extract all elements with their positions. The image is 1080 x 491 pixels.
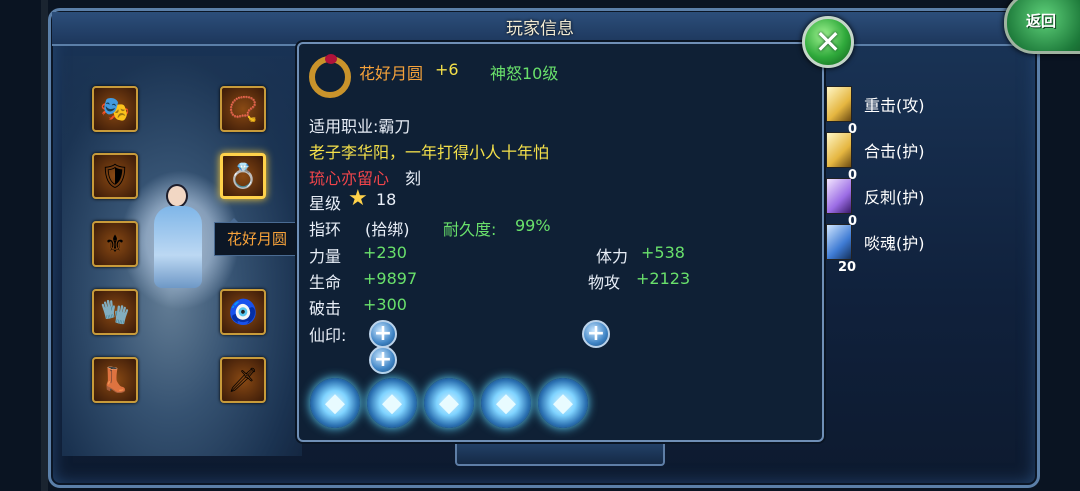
add-seal-button[interactable]: + bbox=[369, 320, 397, 348]
plus-icon: + bbox=[373, 321, 393, 346]
character-robe bbox=[154, 206, 202, 288]
slot-necklace[interactable]: 📿 bbox=[220, 86, 266, 132]
skill-item[interactable]: 重击(攻) bbox=[826, 84, 946, 124]
durability-label: 耐久度: bbox=[443, 220, 497, 239]
stat-value: +9897 bbox=[363, 269, 418, 288]
star-label: 星级 bbox=[309, 194, 342, 213]
slot-gloves[interactable]: 🧤 bbox=[92, 289, 138, 335]
character-model[interactable] bbox=[142, 180, 214, 290]
gem-socket[interactable]: ◆ bbox=[424, 378, 474, 428]
skill-count: 0 bbox=[848, 122, 858, 137]
selected-item-tag: 花好月圆 bbox=[214, 218, 300, 256]
item-bind: (拾绑) bbox=[365, 220, 410, 239]
skill-count: 0 bbox=[848, 214, 858, 229]
item-type: 指环 bbox=[309, 220, 342, 239]
diamond-icon: ◆ bbox=[553, 388, 573, 418]
diamond-icon: ◆ bbox=[439, 388, 459, 418]
gloves-icon: 🧤 bbox=[100, 298, 130, 326]
item-flavor: 老子李华阳，一年打得小人十年怕 bbox=[309, 143, 550, 162]
stat-value: +2123 bbox=[636, 269, 691, 288]
diamond-icon: ◆ bbox=[496, 388, 516, 418]
skill-icon bbox=[826, 178, 852, 214]
skill-count-last: 20 bbox=[838, 260, 857, 275]
skill-label: 反刺(护) bbox=[864, 188, 925, 207]
amulet-icon: 🧿 bbox=[228, 298, 258, 326]
stat-value: +230 bbox=[363, 243, 407, 262]
skill-icon bbox=[826, 224, 852, 260]
weapon-icon: 🗡 bbox=[227, 366, 259, 394]
character-head bbox=[166, 184, 188, 208]
stat-value: +538 bbox=[641, 243, 685, 262]
close-button[interactable]: ✕ bbox=[802, 16, 854, 68]
necklace-icon: 📿 bbox=[228, 95, 258, 123]
slot-weapon[interactable]: 🗡 bbox=[220, 357, 266, 403]
plus-icon: + bbox=[373, 347, 393, 372]
item-name: 花好月圆 bbox=[359, 64, 424, 83]
stat-label: 破击 bbox=[309, 299, 342, 318]
add-seal-button[interactable]: + bbox=[582, 320, 610, 348]
gem-socket[interactable]: ◆ bbox=[367, 378, 417, 428]
plus-icon: + bbox=[586, 321, 606, 346]
item-enhance: +6 bbox=[435, 60, 459, 79]
skill-icon bbox=[826, 132, 852, 168]
window-title: 玩家信息 bbox=[506, 19, 574, 39]
skill-label: 啖魂(护) bbox=[864, 234, 925, 253]
skill-item[interactable]: 0 反刺(护) bbox=[826, 168, 946, 216]
back-button-label[interactable]: 返回 bbox=[1026, 10, 1056, 31]
skill-count: 0 bbox=[848, 168, 858, 183]
skill-label: 合击(护) bbox=[864, 142, 925, 161]
slot-boots[interactable]: 👢 bbox=[92, 357, 138, 403]
game-screen: 玩家信息 返回 🎭 📿 🛡 💍 ⚜ 🧤 🧿 👢 🗡 花好月圆 重击(攻) 0 合… bbox=[0, 0, 1080, 491]
stat-label: 物攻 bbox=[588, 273, 621, 292]
stat-label: 力量 bbox=[309, 247, 342, 266]
slot-ring[interactable]: 💍 bbox=[220, 153, 266, 199]
item-rank: 神怒10级 bbox=[490, 64, 559, 83]
boots-icon: 👢 bbox=[100, 366, 130, 394]
diamond-icon: ◆ bbox=[382, 388, 402, 418]
slot-helmet[interactable]: 🎭 bbox=[92, 86, 138, 132]
slot-amulet[interactable]: 🧿 bbox=[220, 289, 266, 335]
slot-shoulder[interactable]: ⚜ bbox=[92, 221, 138, 267]
gem-socket[interactable]: ◆ bbox=[310, 378, 360, 428]
gem-socket[interactable]: ◆ bbox=[538, 378, 588, 428]
close-icon[interactable]: ✕ bbox=[805, 19, 851, 65]
seal-label: 仙印: bbox=[309, 326, 347, 345]
stat-label: 体力 bbox=[596, 247, 629, 266]
slot-armor[interactable]: 🛡 bbox=[92, 153, 138, 199]
shoulder-icon: ⚜ bbox=[104, 230, 126, 258]
gem-socket[interactable]: ◆ bbox=[481, 378, 531, 428]
armor-icon: 🛡 bbox=[99, 162, 131, 190]
add-seal-button[interactable]: + bbox=[369, 346, 397, 374]
skill-label: 重击(攻) bbox=[864, 96, 925, 115]
skill-icon bbox=[826, 86, 852, 122]
diamond-icon: ◆ bbox=[325, 388, 345, 418]
stat-value: +300 bbox=[363, 295, 407, 314]
star-value: 18 bbox=[376, 190, 397, 209]
item-job: 适用职业:霸刀 bbox=[309, 117, 411, 136]
star-icon: ★ bbox=[348, 186, 368, 211]
skill-list: 重击(攻) 0 合击(护) 0 反刺(护) 0 啖魂(护) 20 bbox=[826, 84, 946, 284]
ring-icon: 💍 bbox=[228, 162, 258, 190]
stat-label: 生命 bbox=[309, 273, 342, 292]
skill-item[interactable]: 0 合击(护) bbox=[826, 122, 946, 170]
ring-item-icon bbox=[309, 54, 351, 98]
durability-value: 99% bbox=[515, 216, 551, 235]
skill-item[interactable]: 0 啖魂(护) 20 bbox=[826, 214, 946, 275]
screen-edge bbox=[41, 0, 48, 491]
helmet-icon: 🎭 bbox=[100, 95, 130, 123]
item-engrave-suffix: 刻 bbox=[405, 169, 422, 188]
